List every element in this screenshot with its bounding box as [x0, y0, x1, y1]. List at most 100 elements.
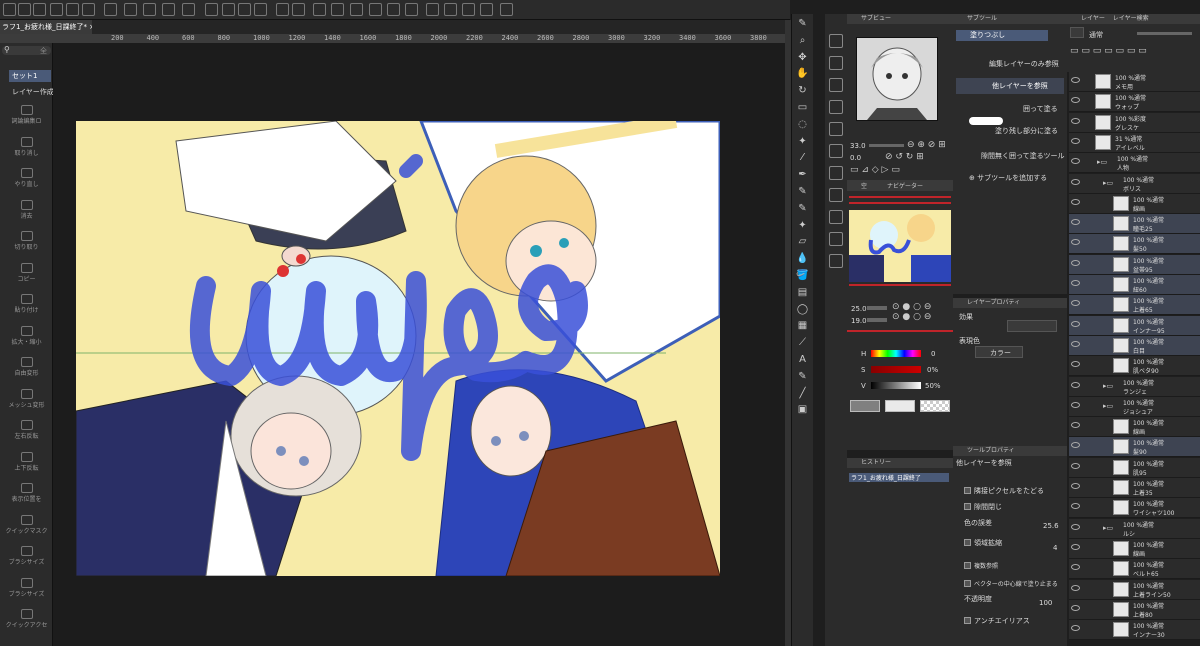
layer-item[interactable]: ▸▭ 100 %通常 ボリス: [1069, 173, 1200, 194]
layer-item[interactable]: 100 %通常 メモ用: [1069, 72, 1200, 92]
eye-icon[interactable]: [1071, 158, 1080, 165]
layer-item[interactable]: ▸▭ 100 %通常 人物: [1069, 153, 1200, 174]
eye-icon[interactable]: [1071, 320, 1080, 327]
quick-access-item[interactable]: 拡大・縮小: [0, 325, 53, 346]
gap-close-checkbox[interactable]: [964, 503, 971, 510]
subtool-item-refer-other[interactable]: 他レイヤーを参照: [956, 78, 1064, 94]
deselect-icon[interactable]: [405, 3, 418, 16]
eye-icon[interactable]: [1071, 97, 1080, 104]
selection-icon[interactable]: [331, 3, 344, 16]
eye-icon[interactable]: [1071, 280, 1080, 286]
quick-access-item[interactable]: やり直し: [0, 168, 53, 188]
eyedropper-icon[interactable]: ⁄: [796, 152, 809, 164]
fill-icon[interactable]: 🪣: [796, 270, 809, 282]
quick-access-item[interactable]: コピー: [0, 262, 53, 283]
layer-item[interactable]: 100 %彩度 グレスケ: [1069, 112, 1200, 133]
color-icon[interactable]: ▣: [796, 404, 809, 416]
layer-menu-button[interactable]: [1070, 27, 1084, 38]
transparent-swatch[interactable]: [920, 400, 950, 412]
spinner-icon[interactable]: [313, 3, 326, 16]
perspective-icon[interactable]: [444, 3, 457, 16]
eye-icon[interactable]: [1071, 300, 1080, 307]
eye-icon[interactable]: [1071, 543, 1080, 550]
subtool-group-fill[interactable]: 塗りつぶし: [956, 30, 1048, 41]
layer-item[interactable]: ▸▭ 100 %通常 ジョシュア: [1069, 396, 1200, 417]
snap-icon[interactable]: [462, 3, 475, 16]
eye-icon[interactable]: [1071, 361, 1080, 368]
quick-access-item[interactable]: 左右反転: [0, 420, 53, 440]
move-icon[interactable]: ✥: [796, 52, 809, 64]
layer-item[interactable]: 100 %通常 線画: [1069, 538, 1200, 559]
eye-icon[interactable]: [1071, 442, 1080, 449]
subtool-item-enclose[interactable]: 囲って塗る: [1023, 104, 1058, 114]
area-scale-value[interactable]: 4: [1053, 544, 1057, 552]
layer-item[interactable]: 100 %通常 瞳毛25: [1069, 214, 1200, 235]
eye-icon[interactable]: [1071, 381, 1080, 388]
tab-layer[interactable]: レイヤー: [1081, 15, 1105, 22]
decoration-icon[interactable]: ✦: [796, 220, 809, 232]
subtool-item-gapless[interactable]: 隙間無く囲って塗るツール: [981, 151, 1065, 161]
fill-setting-icon[interactable]: [143, 3, 156, 16]
command-icon[interactable]: [829, 144, 843, 158]
lasso-icon[interactable]: ◌: [796, 119, 809, 131]
eye-icon[interactable]: [1071, 523, 1080, 530]
quick-access-item[interactable]: 貼り付け: [0, 294, 53, 314]
multi-ref-checkbox[interactable]: [964, 562, 971, 569]
tab-empty[interactable]: 空: [861, 181, 867, 190]
quick-access-item[interactable]: クイックマスク: [0, 514, 53, 535]
layer-opacity-slider[interactable]: [1137, 32, 1192, 35]
balloon-icon[interactable]: ✎: [796, 371, 809, 383]
layer-item[interactable]: 100 %通常 線画: [1069, 193, 1200, 214]
tab-layer-search[interactable]: レイヤー検索: [1113, 15, 1149, 22]
folder-icon[interactable]: ▸▭: [1103, 524, 1113, 532]
brush-opacity-slider[interactable]: [867, 318, 887, 322]
quick-access-item[interactable]: 取り消し: [0, 136, 53, 157]
layer-item[interactable]: 100 %通常 紐60: [1069, 275, 1200, 295]
eye-icon[interactable]: [1071, 462, 1080, 469]
layer-item[interactable]: 100 %通常 肌95: [1069, 457, 1200, 478]
pen-pressure-icon[interactable]: [124, 3, 137, 16]
layer-item[interactable]: 100 %通常 ワイシャツ100: [1069, 498, 1200, 519]
eye-icon[interactable]: [1071, 340, 1080, 347]
upload-icon[interactable]: [254, 3, 267, 16]
layer-item[interactable]: 100 %通常 インナー30: [1069, 620, 1200, 641]
quick-access-item[interactable]: ブラシサイズ: [0, 546, 53, 566]
antialias-checkbox[interactable]: [964, 617, 971, 624]
drawing-canvas[interactable]: [76, 121, 720, 576]
navigator-preview[interactable]: [849, 210, 951, 282]
eraser-icon[interactable]: ▱: [796, 236, 809, 248]
quick-access-item[interactable]: ブラシサイズ: [0, 577, 53, 598]
eye-icon[interactable]: [1071, 178, 1080, 185]
layer-item[interactable]: 100 %通常 盆帯95: [1069, 254, 1200, 275]
hand-icon[interactable]: ✋: [796, 68, 809, 80]
eye-icon[interactable]: [1071, 219, 1080, 226]
layer-item[interactable]: 100 %通常 上着80: [1069, 599, 1200, 620]
folder-icon[interactable]: ▸▭: [1097, 158, 1107, 166]
layer-new-icon[interactable]: [222, 3, 235, 16]
sub-color-swatch[interactable]: [885, 400, 915, 412]
brush-size-slider[interactable]: [867, 306, 887, 310]
redo-icon[interactable]: [292, 3, 305, 16]
command-icon[interactable]: [829, 166, 843, 180]
command-icon[interactable]: [829, 100, 843, 114]
quick-access-item[interactable]: クイックアクセ: [0, 609, 53, 629]
layer-item[interactable]: 100 %通常 線画: [1069, 417, 1200, 438]
command-icon[interactable]: [829, 56, 843, 70]
text-icon[interactable]: A: [796, 354, 809, 366]
command-icon[interactable]: [829, 122, 843, 136]
eye-icon[interactable]: [1071, 503, 1080, 510]
layer-toolbar[interactable]: ▭ ▭ ▭ ▭ ▭ ▭ ▭: [1070, 46, 1195, 60]
ruler-icon[interactable]: ⟋: [796, 337, 809, 349]
subtool-item-unpainted[interactable]: 塗り残し部分に塗る: [995, 126, 1058, 136]
document-tab[interactable]: ラフ1_お疲れ様_日課終了* ×: [0, 20, 92, 34]
area-scale-checkbox[interactable]: [964, 539, 971, 546]
airbrush-icon[interactable]: ✎: [796, 203, 809, 215]
select-all-icon[interactable]: [387, 3, 400, 16]
quick-access-item[interactable]: 表示位置を: [0, 483, 53, 503]
zoom-buttons[interactable]: ⊖ ⊕ ⊘ ⊞: [907, 140, 947, 150]
settings-icon[interactable]: [205, 3, 218, 16]
zoom-icon[interactable]: ⌕: [796, 35, 809, 47]
command-icon[interactable]: [829, 254, 843, 268]
add-subtool-button[interactable]: ⊕ サブツールを追加する: [969, 173, 1047, 183]
select-icon[interactable]: ▭: [796, 102, 809, 114]
